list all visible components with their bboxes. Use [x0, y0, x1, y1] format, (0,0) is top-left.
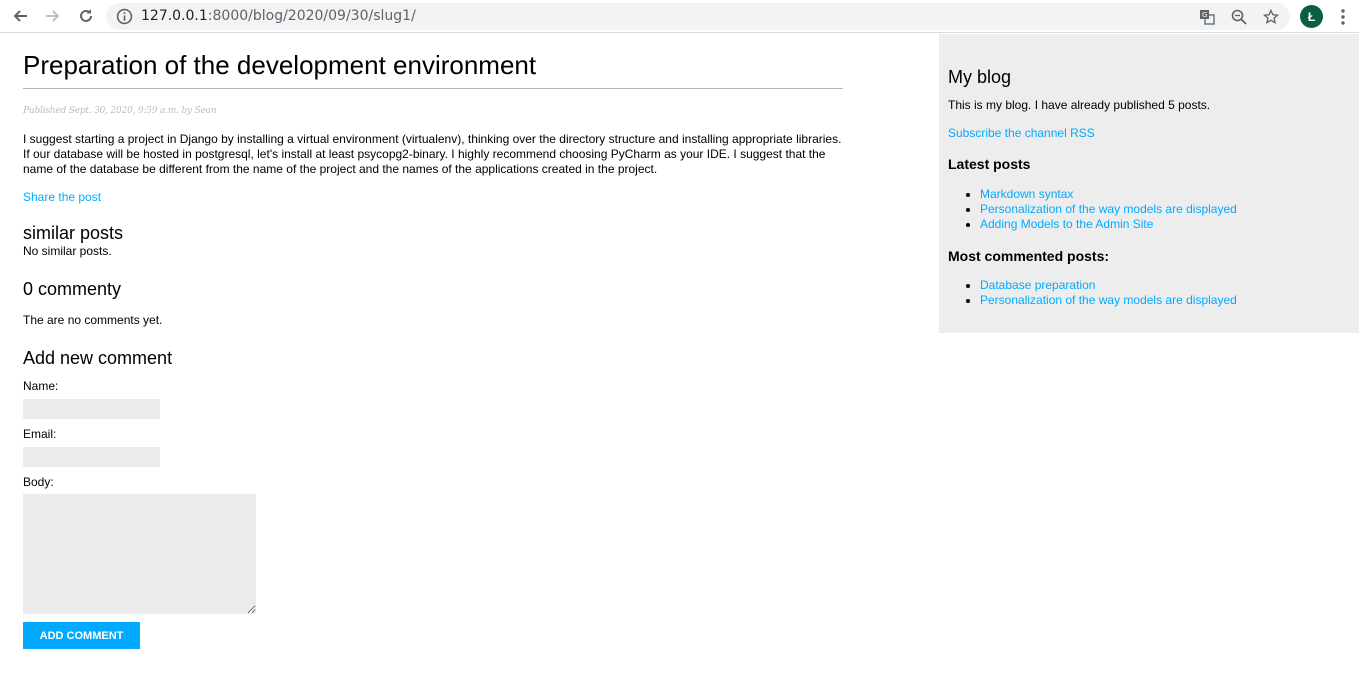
share-post-link[interactable]: Share the post — [23, 190, 843, 205]
comments-heading: 0 commenty — [23, 279, 122, 299]
arrow-left-icon — [13, 10, 27, 22]
browser-menu-button[interactable] — [1333, 5, 1353, 28]
forward-button[interactable] — [41, 4, 65, 28]
email-field[interactable] — [23, 447, 160, 467]
url-path: :8000/blog/2020/09/30/slug1/ — [207, 8, 416, 24]
latest-post-link[interactable]: Markdown syntax — [980, 187, 1073, 201]
comment-form: Name: Email: Body: Add comment — [23, 379, 843, 649]
post-title: Preparation of the development environme… — [23, 50, 843, 89]
latest-post-link[interactable]: Adding Models to the Admin Site — [980, 217, 1153, 231]
most-commented-heading: Most commented posts: — [948, 248, 1110, 264]
address-bar[interactable]: 127.0.0.1:8000/blog/2020/09/30/slug1/ G — [106, 3, 1290, 30]
list-item: Database preparation — [980, 278, 1350, 293]
similar-posts-empty: No similar posts. — [23, 244, 112, 258]
similar-posts-heading: similar posts — [23, 223, 124, 243]
url-text[interactable]: 127.0.0.1:8000/blog/2020/09/30/slug1/ — [141, 8, 416, 25]
svg-text:G: G — [1202, 11, 1207, 19]
body-label: Body: — [23, 475, 54, 489]
add-comment-button[interactable]: Add comment — [23, 622, 140, 649]
post-meta: Published Sept. 30, 2020, 9:59 a.m. by S… — [23, 106, 217, 116]
bookmark-button[interactable] — [1261, 7, 1281, 27]
list-item: Markdown syntax — [980, 187, 1350, 202]
sidebar: My blog This is my blog. I have already … — [939, 34, 1359, 333]
browser-toolbar: 127.0.0.1:8000/blog/2020/09/30/slug1/ G … — [0, 0, 1359, 33]
most-commented-link[interactable]: Personalization of the way models are di… — [980, 293, 1237, 307]
url-host: 127.0.0.1 — [141, 8, 208, 24]
body-textarea[interactable] — [23, 494, 256, 614]
translate-icon: G — [1200, 10, 1215, 25]
list-item: Adding Models to the Admin Site — [980, 217, 1350, 232]
list-item: Personalization of the way models are di… — [980, 202, 1350, 217]
name-label: Name: — [23, 379, 59, 393]
sidebar-title: My blog — [948, 67, 1012, 87]
profile-avatar[interactable]: Ł — [1300, 5, 1323, 28]
star-icon — [1263, 9, 1279, 25]
post-body: I suggest starting a project in Django b… — [23, 132, 842, 176]
main-content: Preparation of the development environme… — [23, 34, 843, 649]
zoom-out-icon — [1231, 9, 1247, 25]
email-label: Email: — [23, 427, 57, 441]
zoom-button[interactable] — [1229, 7, 1249, 27]
back-button[interactable] — [8, 4, 32, 28]
rss-subscribe-link[interactable]: Subscribe the channel RSS — [948, 126, 1350, 141]
list-item: Personalization of the way models are di… — [980, 293, 1350, 308]
most-commented-link[interactable]: Database preparation — [980, 278, 1095, 292]
name-field[interactable] — [23, 399, 160, 419]
latest-post-link[interactable]: Personalization of the way models are di… — [980, 202, 1237, 216]
add-comment-heading: Add new comment — [23, 348, 173, 368]
reload-button[interactable] — [74, 4, 98, 28]
translate-button[interactable]: G — [1197, 7, 1217, 27]
reload-icon — [80, 9, 92, 22]
arrow-right-icon — [46, 10, 60, 22]
more-vert-icon — [1341, 8, 1345, 25]
latest-posts-heading: Latest posts — [948, 156, 1031, 172]
info-icon[interactable] — [116, 8, 133, 25]
most-commented-list: Database preparation Personalization of … — [948, 278, 1350, 308]
sidebar-intro: This is my blog. I have already publishe… — [948, 98, 1211, 112]
latest-posts-list: Markdown syntax Personalization of the w… — [948, 187, 1350, 232]
comments-empty: The are no comments yet. — [23, 313, 163, 327]
